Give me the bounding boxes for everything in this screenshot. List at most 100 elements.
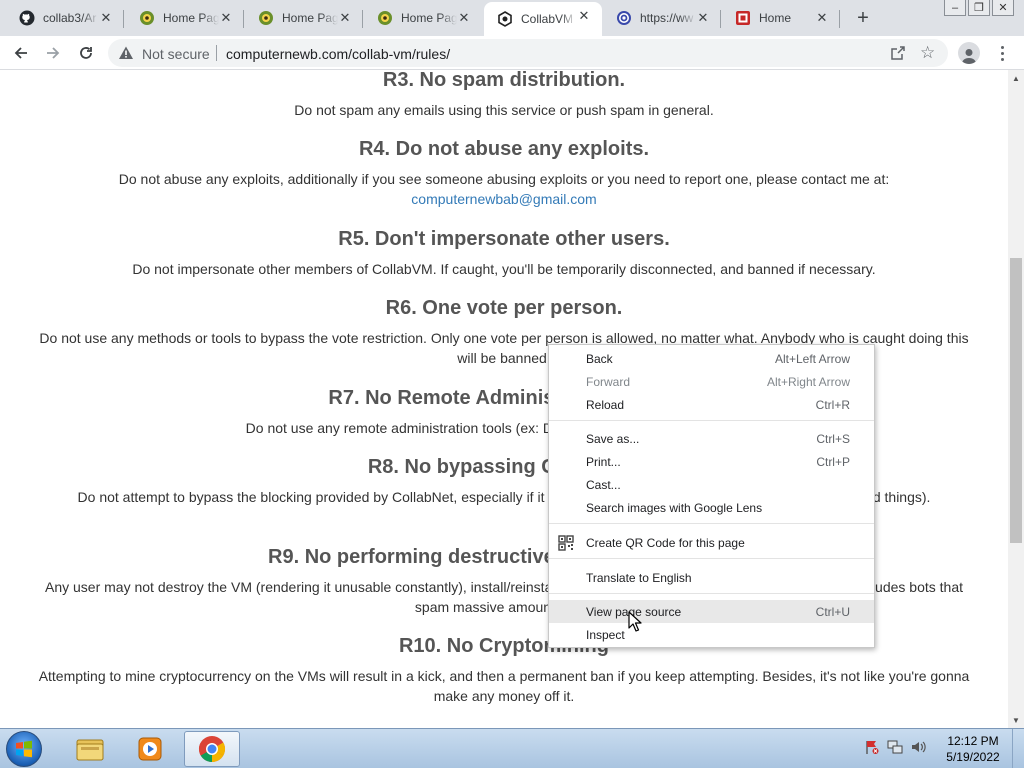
collabvm-icon bbox=[497, 11, 513, 27]
start-button[interactable] bbox=[6, 731, 42, 767]
arrow-left-icon bbox=[14, 47, 27, 59]
menu-item-save-as[interactable]: Save as... Ctrl+S bbox=[549, 427, 874, 450]
security-label[interactable]: Not secure bbox=[142, 46, 210, 62]
arrow-right-icon bbox=[47, 47, 60, 59]
restore-button[interactable]: ❐ bbox=[968, 0, 990, 16]
menu-separator bbox=[549, 593, 874, 594]
network-icon[interactable] bbox=[887, 739, 903, 755]
tab-collabvm[interactable]: CollabVM ✕ bbox=[484, 2, 602, 36]
computernewb-icon bbox=[377, 10, 393, 26]
menu-item-reload[interactable]: Reload Ctrl+R bbox=[549, 393, 874, 416]
rule-text: Attempting to mine cryptocurrency on the… bbox=[38, 668, 970, 704]
menu-item-label: Create QR Code for this page bbox=[586, 536, 745, 550]
menu-item-forward[interactable]: Forward Alt+Right Arrow bbox=[549, 370, 874, 393]
menu-item-inspect[interactable]: Inspect bbox=[549, 623, 874, 646]
menu-item-translate[interactable]: Translate to English bbox=[549, 566, 874, 589]
back-button[interactable] bbox=[8, 40, 34, 66]
rule-title: R5. Don't impersonate other users. bbox=[338, 228, 670, 250]
menu-item-label: Save as... bbox=[586, 432, 640, 446]
menu-item-label: Print... bbox=[586, 455, 621, 469]
web-icon bbox=[616, 10, 632, 26]
menu-item-google-lens[interactable]: Search images with Google Lens bbox=[549, 496, 874, 519]
tab-home-3[interactable]: Home Pag ✕ bbox=[364, 4, 482, 32]
chrome-menu-button[interactable] bbox=[992, 43, 1012, 63]
new-tab-button[interactable]: + bbox=[852, 7, 874, 29]
tab-title: Home Pag bbox=[163, 11, 219, 25]
volume-icon[interactable] bbox=[910, 739, 926, 755]
github-icon bbox=[19, 10, 35, 26]
address-bar[interactable]: Not secure computernewb.com/collab-vm/ru… bbox=[108, 39, 948, 67]
tab-github[interactable]: collab3/Ar ✕ bbox=[6, 4, 124, 32]
windows-explorer-icon bbox=[76, 739, 104, 761]
close-icon[interactable]: ✕ bbox=[456, 10, 472, 26]
menu-item-shortcut: Ctrl+P bbox=[816, 455, 850, 469]
media-player-icon bbox=[138, 737, 162, 761]
tab-home-2[interactable]: Home Pag ✕ bbox=[245, 4, 363, 32]
url-text[interactable]: computernewb.com/collab-vm/rules/ bbox=[226, 46, 450, 62]
share-icon[interactable] bbox=[890, 45, 906, 61]
tab-separator bbox=[720, 10, 721, 28]
windows-logo-icon bbox=[16, 740, 32, 758]
omnibox-divider bbox=[216, 45, 217, 61]
close-icon[interactable]: ✕ bbox=[695, 10, 711, 26]
tab-separator bbox=[839, 10, 840, 28]
menu-item-cast[interactable]: Cast... bbox=[549, 473, 874, 496]
chrome-icon bbox=[198, 736, 226, 763]
rule-text: Do not impersonate other members of Coll… bbox=[132, 261, 876, 277]
menu-item-view-source[interactable]: View page source Ctrl+U bbox=[549, 600, 874, 623]
tab-title: collab3/Ar bbox=[43, 11, 97, 25]
system-tray bbox=[864, 739, 926, 755]
close-icon[interactable]: ✕ bbox=[576, 8, 592, 24]
close-icon[interactable]: ✕ bbox=[98, 10, 114, 26]
menu-item-print[interactable]: Print... Ctrl+P bbox=[549, 450, 874, 473]
reload-icon bbox=[80, 47, 92, 59]
menu-item-shortcut: Alt+Right Arrow bbox=[766, 375, 850, 389]
taskbar-explorer[interactable] bbox=[62, 731, 118, 767]
tab-title: https://ww bbox=[640, 11, 694, 25]
warning-icon[interactable] bbox=[118, 45, 134, 61]
rule-title: R4. Do not abuse any exploits. bbox=[358, 138, 650, 160]
forward-button[interactable] bbox=[40, 40, 66, 66]
mouse-cursor-icon bbox=[628, 611, 642, 632]
vertical-scrollbar[interactable]: ▲ ▼ bbox=[1008, 70, 1024, 728]
email-link[interactable]: computernewbab@gmail.com bbox=[411, 191, 596, 207]
minimize-button[interactable]: – bbox=[944, 0, 966, 16]
scroll-up-arrow-icon[interactable]: ▲ bbox=[1008, 70, 1024, 86]
taskbar-chrome[interactable] bbox=[184, 731, 240, 767]
menu-item-shortcut: Ctrl+R bbox=[815, 398, 850, 412]
menu-item-shortcut: Alt+Left Arrow bbox=[774, 352, 850, 366]
clock-time: 12:12 PM bbox=[947, 734, 999, 748]
rule-text: Do not abuse any exploits, additionally … bbox=[118, 171, 890, 187]
context-menu: Back Alt+Left Arrow Forward Alt+Right Ar… bbox=[548, 344, 875, 648]
scroll-down-arrow-icon[interactable]: ▼ bbox=[1008, 712, 1024, 728]
tab-title: Home bbox=[759, 11, 792, 25]
rule-text: Do not spam any emails using this servic… bbox=[294, 102, 714, 118]
scrollbar-thumb[interactable] bbox=[1010, 258, 1022, 543]
menu-separator bbox=[549, 420, 874, 421]
menu-item-label: Inspect bbox=[586, 628, 625, 642]
tab-home-sel[interactable]: Home ✕ bbox=[722, 4, 840, 32]
profile-avatar[interactable] bbox=[958, 42, 980, 64]
rule-title: R6. One vote per person. bbox=[385, 297, 623, 319]
taskbar-media-player[interactable] bbox=[122, 731, 178, 767]
menu-item-label: Forward bbox=[586, 375, 631, 389]
close-icon[interactable]: ✕ bbox=[218, 10, 234, 26]
menu-item-back[interactable]: Back Alt+Left Arrow bbox=[549, 347, 874, 370]
menu-item-qr-code[interactable]: Create QR Code for this page bbox=[549, 531, 874, 554]
close-icon[interactable]: ✕ bbox=[814, 10, 830, 26]
bookmark-star-icon[interactable]: ☆ bbox=[920, 43, 935, 63]
person-icon bbox=[962, 49, 976, 64]
tab-separator bbox=[243, 10, 244, 28]
close-icon[interactable]: ✕ bbox=[337, 10, 353, 26]
menu-item-label: Back bbox=[586, 352, 613, 366]
tab-web[interactable]: https://ww ✕ bbox=[603, 4, 721, 32]
browser-toolbar: Not secure computernewb.com/collab-vm/ru… bbox=[0, 36, 1024, 70]
reload-button[interactable] bbox=[73, 40, 99, 66]
menu-item-shortcut: Ctrl+U bbox=[815, 605, 850, 619]
taskbar-clock[interactable]: 12:12 PM 5/19/2022 bbox=[938, 733, 1008, 765]
close-window-button[interactable]: ✕ bbox=[992, 0, 1014, 16]
action-center-flag-icon[interactable] bbox=[864, 739, 880, 755]
clock-date: 5/19/2022 bbox=[946, 750, 1000, 764]
tab-home-1[interactable]: Home Pag ✕ bbox=[126, 4, 244, 32]
show-desktop-button[interactable] bbox=[1012, 729, 1024, 768]
